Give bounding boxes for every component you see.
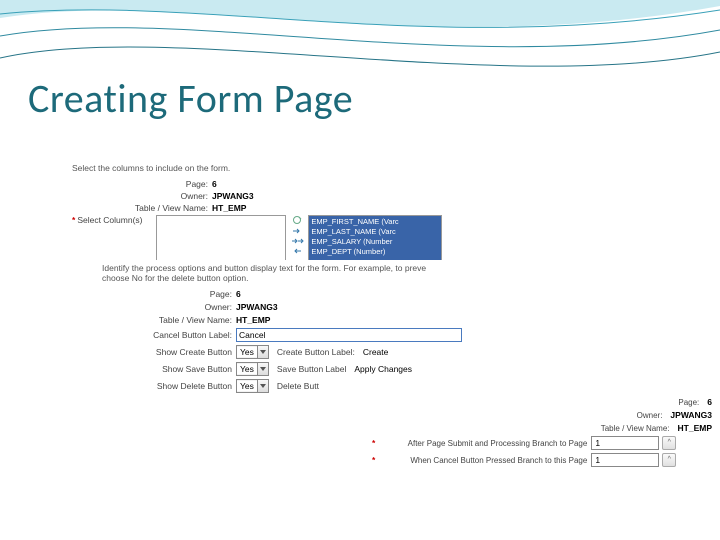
cancel-branch-input[interactable]: 1	[591, 453, 659, 467]
page-label: Page:	[678, 398, 703, 407]
shuttle-move-right-icon[interactable]	[290, 227, 304, 235]
owner-value: JPWANG3	[236, 302, 278, 312]
page-value: 6	[236, 289, 241, 299]
cancel-button-label-label: Cancel Button Label:	[102, 330, 236, 340]
create-button-label-value: Create	[363, 347, 389, 357]
popup-lov-icon[interactable]	[662, 436, 676, 450]
instruction-text: Select the columns to include on the for…	[72, 163, 672, 173]
table-value: HT_EMP	[236, 315, 270, 325]
show-delete-label: Show Delete Button	[102, 381, 236, 391]
chevron-down-icon	[257, 346, 268, 358]
column-item[interactable]: EMP_SALARY (Number	[311, 237, 439, 247]
page-label: Page:	[148, 179, 212, 189]
page-value: 6	[212, 179, 217, 189]
save-button-label-value: Apply Changes	[354, 364, 412, 374]
owner-label: Owner:	[102, 302, 236, 312]
table-value: HT_EMP	[678, 423, 712, 433]
page-value: 6	[707, 397, 712, 407]
column-item[interactable]: EMP_FIRST_NAME (Varc	[311, 217, 439, 227]
show-save-select[interactable]: Yes	[236, 362, 269, 376]
shuttle-move-left-icon[interactable]	[290, 247, 304, 255]
owner-label: Owner:	[148, 191, 212, 201]
cancel-branch-label: When Cancel Button Pressed Branch to thi…	[377, 456, 591, 465]
instruction-text: choose No for the delete button option.	[102, 273, 572, 283]
panel-select-columns: Select the columns to include on the for…	[72, 160, 672, 275]
cancel-button-label-input[interactable]: Cancel	[236, 328, 462, 342]
delete-button-label-label: Delete Butt	[277, 381, 323, 391]
column-item[interactable]: EMP_DEPT (Number)	[311, 247, 439, 257]
owner-label: Owner:	[637, 411, 667, 420]
shuttle-move-all-right-icon[interactable]	[290, 237, 304, 245]
table-label: Table / View Name:	[106, 203, 212, 213]
show-create-label: Show Create Button	[102, 347, 236, 357]
after-submit-branch-label: After Page Submit and Processing Branch …	[377, 439, 591, 448]
column-item[interactable]: EMP_LAST_NAME (Varc	[311, 227, 439, 237]
page-label: Page:	[102, 289, 236, 299]
panel-process-options: Identify the process options and button …	[102, 260, 572, 396]
save-button-label-label: Save Button Label	[277, 364, 350, 374]
owner-value: JPWANG3	[212, 191, 254, 201]
table-label: Table / View Name:	[102, 315, 236, 325]
panel-branching: Page: 6 Owner: JPWANG3 Table / View Name…	[372, 394, 712, 470]
after-submit-branch-input[interactable]: 1	[591, 436, 659, 450]
show-create-select[interactable]: Yes	[236, 345, 269, 359]
create-button-label-label: Create Button Label:	[277, 347, 359, 357]
show-delete-select[interactable]: Yes	[236, 379, 269, 393]
table-label: Table / View Name:	[601, 424, 674, 433]
table-value: HT_EMP	[212, 203, 246, 213]
chevron-down-icon	[257, 380, 268, 392]
shuttle-controls	[286, 215, 308, 255]
popup-lov-icon[interactable]	[662, 453, 676, 467]
instruction-text: Identify the process options and button …	[102, 263, 572, 273]
show-save-label: Show Save Button	[102, 364, 236, 374]
slide-title: Creating Form Page	[28, 74, 353, 123]
shuttle-reset-icon[interactable]	[290, 215, 304, 225]
owner-value: JPWANG3	[670, 410, 712, 420]
select-columns-label: Select Column(s)	[77, 215, 156, 225]
chevron-down-icon	[257, 363, 268, 375]
